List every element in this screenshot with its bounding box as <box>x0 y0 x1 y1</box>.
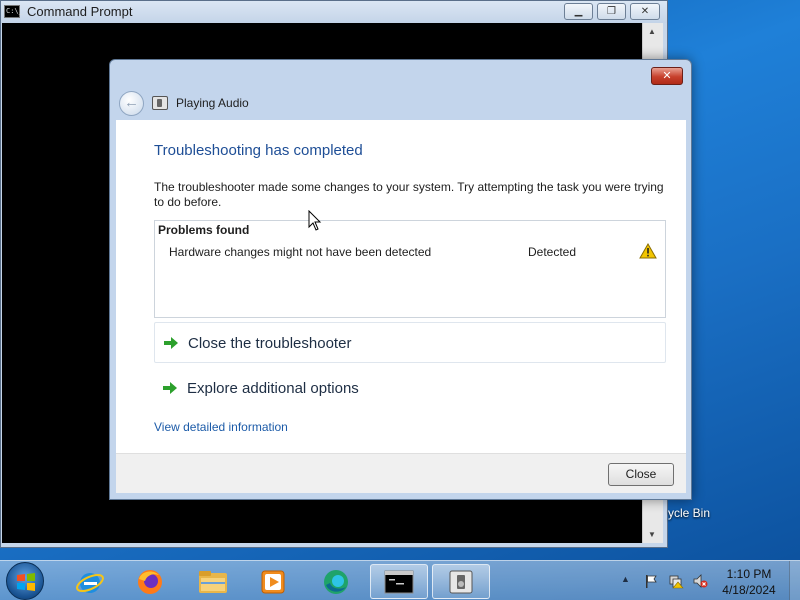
folder-icon <box>199 570 227 593</box>
back-arrow-icon[interactable]: ← <box>119 91 144 116</box>
network-icon[interactable] <box>668 573 684 589</box>
clock-date[interactable]: 4/18/2024 <box>714 583 784 597</box>
status-message: The troubleshooter made some changes to … <box>154 180 664 209</box>
maximize-button[interactable]: ❐ <box>597 3 626 20</box>
problem-description: Hardware changes might not have been det… <box>169 245 432 259</box>
show-hidden-icons[interactable]: ▲ <box>621 574 630 584</box>
cmd-window-title: Command Prompt <box>27 4 133 19</box>
mouse-cursor-icon <box>308 210 322 231</box>
troubleshooter-dialog[interactable]: ✕ ← Playing Audio Troubleshooting has co… <box>109 59 692 500</box>
edge-icon <box>324 569 348 594</box>
problems-header: Problems found <box>158 223 250 237</box>
warning-icon <box>639 243 657 259</box>
show-desktop-button[interactable] <box>789 561 800 600</box>
view-detailed-information-link[interactable]: View detailed information <box>154 420 288 434</box>
scroll-up-icon[interactable]: ▲ <box>648 27 656 36</box>
cmd-titlebar[interactable]: C:\_ Command Prompt ▁ ❐ ✕ <box>1 1 667 23</box>
internet-explorer-icon <box>76 572 104 593</box>
dialog-close-button[interactable]: ✕ <box>651 67 683 85</box>
taskbar-internet-explorer[interactable] <box>64 564 116 599</box>
green-arrow-icon <box>164 337 178 349</box>
page-title: Troubleshooting has completed <box>154 142 363 159</box>
windows-logo-icon <box>17 573 35 591</box>
audio-device-icon <box>152 96 168 110</box>
taskbar-file-explorer[interactable] <box>187 564 239 599</box>
command-prompt-icon <box>384 570 414 593</box>
dialog-nav-title: Playing Audio <box>176 96 249 110</box>
recycle-bin-label[interactable]: ycle Bin <box>668 506 710 520</box>
close-button[interactable]: Close <box>608 463 674 486</box>
explore-options-link[interactable]: Explore additional options <box>154 368 666 409</box>
clock-time[interactable]: 1:10 PM <box>714 567 784 581</box>
taskbar-media-player[interactable] <box>247 564 299 599</box>
problem-status: Detected <box>528 245 577 259</box>
volume-muted-icon[interactable] <box>692 573 708 589</box>
taskbar: ▲ 1:10 PM 4/18/2024 <box>0 560 800 600</box>
explore-options-label: Explore additional options <box>187 380 359 397</box>
media-player-icon <box>261 570 285 593</box>
minimize-button[interactable]: ▁ <box>564 3 593 20</box>
cmd-app-icon: C:\_ <box>4 5 23 18</box>
taskbar-firefox[interactable] <box>124 564 176 599</box>
taskbar-edge[interactable] <box>310 564 362 599</box>
problems-found-list: Problems found Hardware changes might no… <box>154 220 666 318</box>
taskbar-command-prompt[interactable] <box>370 564 428 599</box>
dialog-footer: Close <box>116 453 686 493</box>
firefox-icon <box>138 569 162 594</box>
troubleshooter-icon <box>449 570 473 593</box>
green-arrow-icon <box>163 382 177 394</box>
close-window-button[interactable]: ✕ <box>630 3 660 20</box>
start-button[interactable] <box>6 562 44 600</box>
taskbar-troubleshooter[interactable] <box>432 564 490 599</box>
close-troubleshooter-link[interactable]: Close the troubleshooter <box>154 322 666 363</box>
dialog-content: Troubleshooting has completed The troubl… <box>116 120 686 453</box>
scroll-down-icon[interactable]: ▼ <box>648 530 656 539</box>
close-troubleshooter-label: Close the troubleshooter <box>188 335 352 352</box>
action-center-flag-icon[interactable] <box>643 573 659 589</box>
